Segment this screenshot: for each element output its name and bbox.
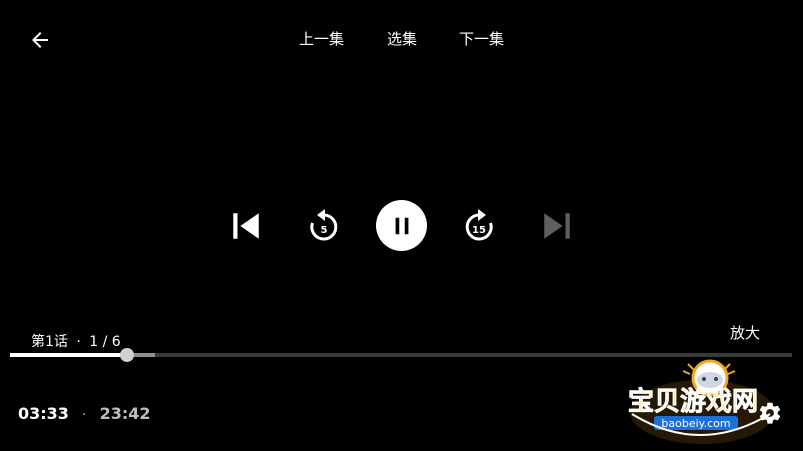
back-button[interactable] xyxy=(24,24,56,56)
rewind-icon: 5 xyxy=(310,209,338,241)
zoom-button[interactable]: 放大 xyxy=(730,322,760,343)
settings-button[interactable] xyxy=(755,398,785,428)
pause-button[interactable] xyxy=(376,200,427,251)
watermark-url: baobeiy.com xyxy=(661,417,730,430)
select-episode-button[interactable]: 选集 xyxy=(387,28,417,49)
skip-previous-icon xyxy=(233,213,259,239)
skip-previous-button[interactable] xyxy=(226,206,266,246)
next-episode-button[interactable]: 下一集 xyxy=(459,28,504,49)
skip-next-icon xyxy=(544,213,570,239)
pause-icon xyxy=(395,217,408,234)
episode-separator: · xyxy=(76,334,81,350)
total-time: 23:42 xyxy=(99,404,151,423)
episode-title: 第1话 xyxy=(31,334,68,350)
forward-seconds-label: 15 xyxy=(472,225,486,236)
forward-icon: 15 xyxy=(465,209,493,241)
fast-forward-button[interactable]: 15 xyxy=(457,204,501,248)
arrow-left-icon xyxy=(32,32,48,48)
time-separator: · xyxy=(82,407,87,423)
episode-index: 1 / 6 xyxy=(89,334,121,350)
gear-icon xyxy=(759,402,781,424)
episode-info: 第1话 · 1 / 6 xyxy=(31,331,121,351)
rewind-seconds-label: 5 xyxy=(321,225,328,236)
watermark-text: 宝贝游戏网 xyxy=(628,386,758,417)
progress-thumb[interactable] xyxy=(120,348,135,362)
current-time: 03:33 xyxy=(18,404,69,423)
skip-next-button[interactable] xyxy=(537,206,577,246)
progress-played xyxy=(10,353,128,357)
prev-episode-button[interactable]: 上一集 xyxy=(299,28,344,49)
time-display: 03:33 · 23:42 xyxy=(18,404,151,423)
rewind-button[interactable]: 5 xyxy=(302,204,346,248)
